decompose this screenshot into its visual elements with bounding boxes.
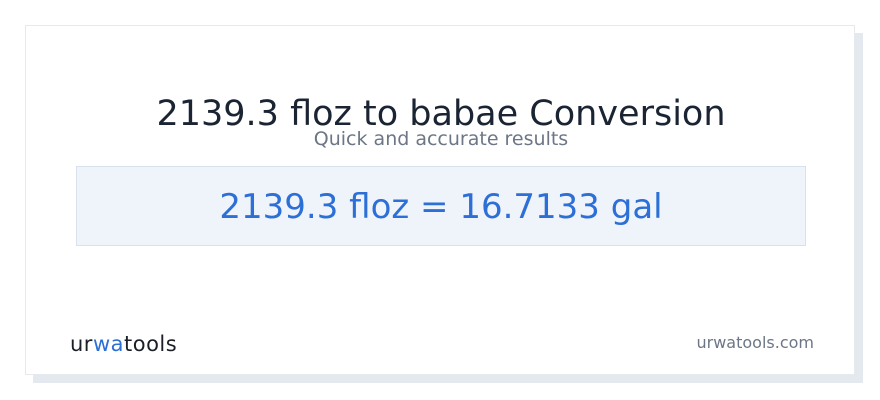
- conversion-result: 2139.3 floz = 16.7133 gal: [219, 187, 663, 227]
- page-subtitle: Quick and accurate results: [313, 128, 569, 150]
- site-url[interactable]: urwatools.com: [697, 333, 815, 352]
- logo-text-part1: ur: [70, 332, 93, 356]
- conversion-card: 2139.3 floz to babae Conversion Quick an…: [25, 25, 855, 375]
- logo-text-part2: tools: [124, 332, 178, 356]
- urwatools-logo[interactable]: ur wa tools: [70, 332, 177, 362]
- logo-text-accent: wa: [92, 332, 124, 356]
- result-box: 2139.3 floz = 16.7133 gal: [76, 166, 806, 246]
